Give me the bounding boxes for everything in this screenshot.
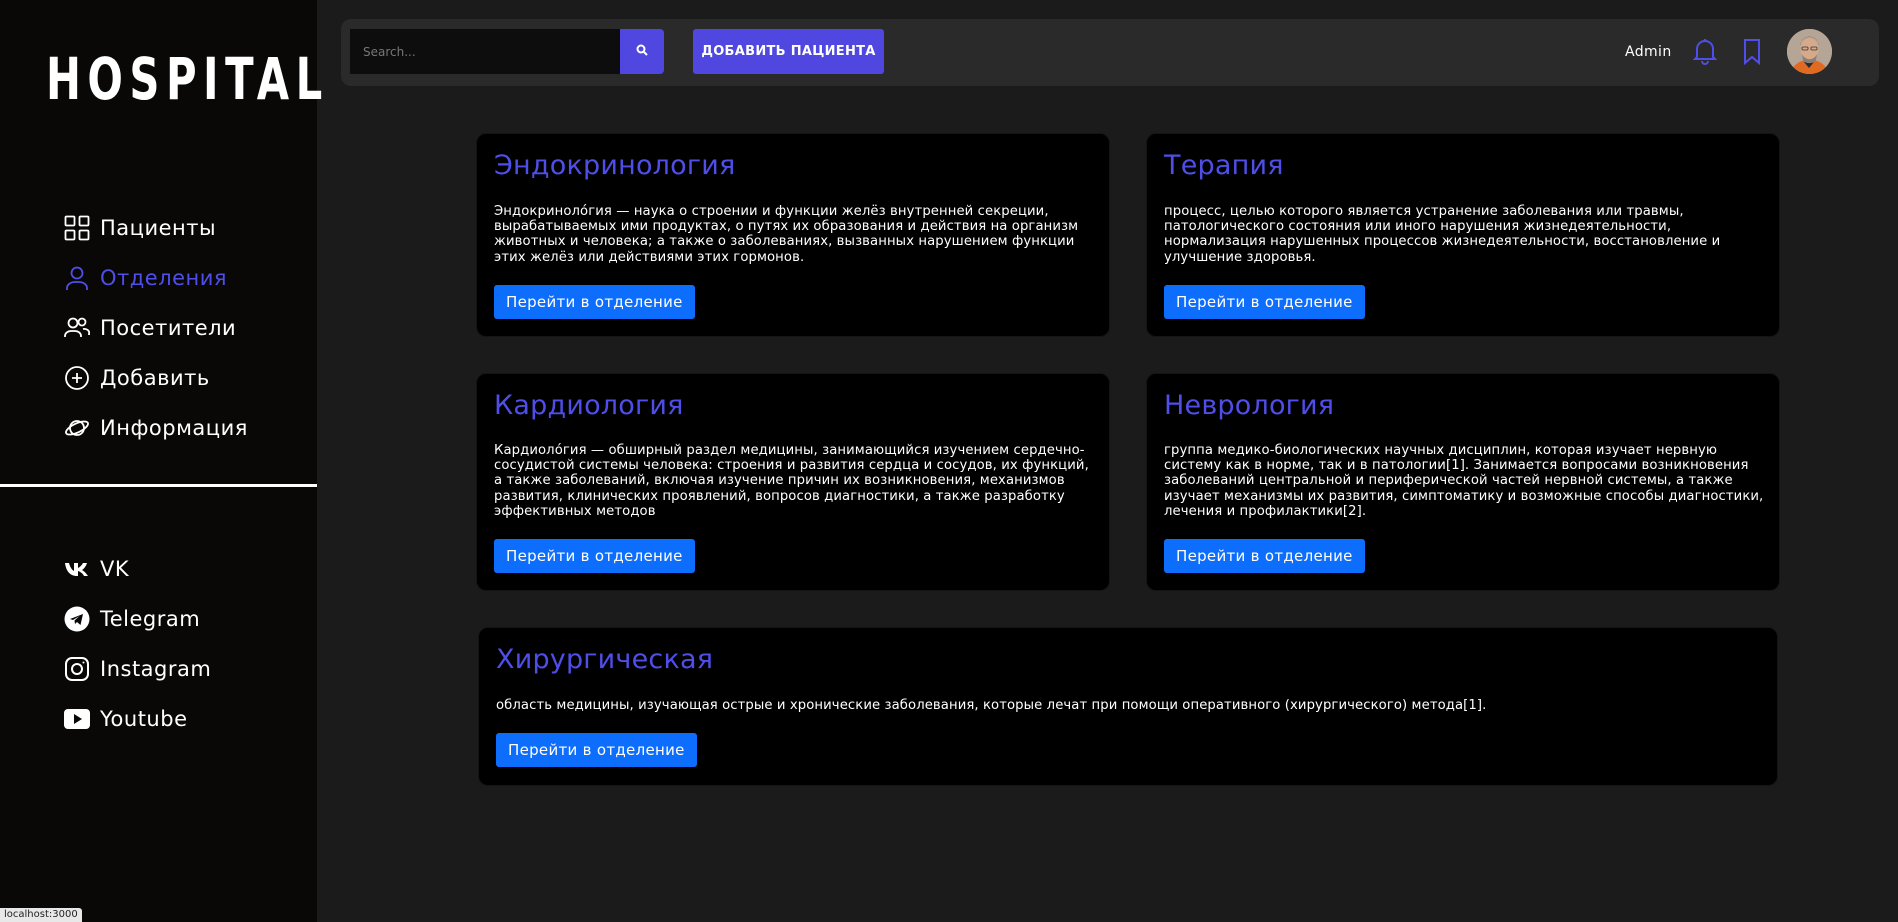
search-input[interactable]: [350, 29, 620, 74]
social-label: Youtube: [100, 707, 188, 731]
department-card-surgery: Хирургическая область медицины, изучающа…: [478, 627, 1778, 786]
topbar: ДОБАВИТЬ ПАЦИЕНТА Admin: [341, 19, 1879, 86]
plus-circle-icon: [64, 365, 90, 391]
add-patient-button[interactable]: ДОБАВИТЬ ПАЦИЕНТА: [693, 29, 884, 74]
search-icon: [636, 44, 648, 59]
go-to-department-button[interactable]: Перейти в отделение: [494, 285, 695, 319]
sidebar-item-add[interactable]: Добавить: [64, 361, 210, 395]
sidebar-item-label: Пациенты: [100, 216, 217, 240]
social-link-youtube[interactable]: Youtube: [64, 702, 188, 736]
sidebar-item-patients[interactable]: Пациенты: [64, 211, 216, 245]
department-description: процесс, целью которого является устране…: [1164, 204, 1721, 265]
telegram-icon: [64, 606, 90, 632]
sidebar-item-departments[interactable]: Отделения: [64, 261, 227, 295]
social-label: VK: [100, 557, 130, 581]
bookmark-icon[interactable]: [1742, 38, 1762, 69]
logo[interactable]: HOSPITAL: [46, 46, 329, 112]
social-label: Telegram: [100, 607, 201, 631]
department-card-neurology: Неврология группа медико-биологических н…: [1146, 373, 1780, 591]
department-title: Терапия: [1164, 150, 1284, 181]
sidebar-item-info[interactable]: Информация: [64, 411, 248, 445]
go-to-department-button[interactable]: Перейти в отделение: [1164, 285, 1365, 319]
sidebar: HOSPITAL Пациенты Отделения Посетители Д…: [0, 0, 322, 922]
sidebar-item-label: Посетители: [100, 316, 237, 340]
sidebar-item-visitors[interactable]: Посетители: [64, 311, 236, 345]
department-card-therapy: Терапия процесс, целью которого является…: [1146, 133, 1780, 337]
department-description: область медицины, изучающая острые и хро…: [496, 698, 1487, 713]
department-card-cardiology: Кардиология Кардиоло́гия — обширный разд…: [476, 373, 1110, 591]
department-description: Эндокриноло́гия — наука о строении и фун…: [494, 204, 1079, 265]
planet-icon: [64, 415, 90, 441]
user-name[interactable]: Admin: [1625, 44, 1672, 60]
social-label: Instagram: [100, 657, 212, 681]
sidebar-divider: [0, 484, 317, 487]
department-title: Кардиология: [494, 390, 684, 421]
vk-icon: [64, 556, 90, 582]
department-title: Неврология: [1164, 390, 1335, 421]
social-link-telegram[interactable]: Telegram: [64, 602, 200, 636]
youtube-icon: [64, 706, 90, 732]
sidebar-item-label: Добавить: [100, 366, 210, 390]
status-bar-url: localhost:3000: [0, 908, 82, 922]
social-link-instagram[interactable]: Instagram: [64, 652, 211, 686]
sidebar-item-label: Отделения: [100, 266, 228, 290]
go-to-department-button[interactable]: Перейти в отделение: [1164, 539, 1365, 573]
bell-icon[interactable]: [1692, 37, 1718, 69]
grid-icon: [64, 215, 90, 241]
department-title: Эндокринология: [494, 150, 736, 181]
search-button[interactable]: [620, 29, 664, 74]
avatar[interactable]: [1787, 29, 1832, 74]
department-description: Кардиоло́гия — обширный раздел медицины,…: [494, 443, 1089, 519]
department-title: Хирургическая: [496, 644, 714, 675]
user-icon: [64, 265, 90, 291]
department-description: группа медико-биологических научных дисц…: [1164, 443, 1764, 519]
sidebar-item-label: Информация: [100, 416, 248, 440]
instagram-icon: [64, 656, 90, 682]
department-card-endocrinology: Эндокринология Эндокриноло́гия — наука о…: [476, 133, 1110, 337]
social-link-vk[interactable]: VK: [64, 552, 129, 586]
go-to-department-button[interactable]: Перейти в отделение: [494, 539, 695, 573]
go-to-department-button[interactable]: Перейти в отделение: [496, 733, 697, 767]
users-icon: [64, 315, 90, 341]
